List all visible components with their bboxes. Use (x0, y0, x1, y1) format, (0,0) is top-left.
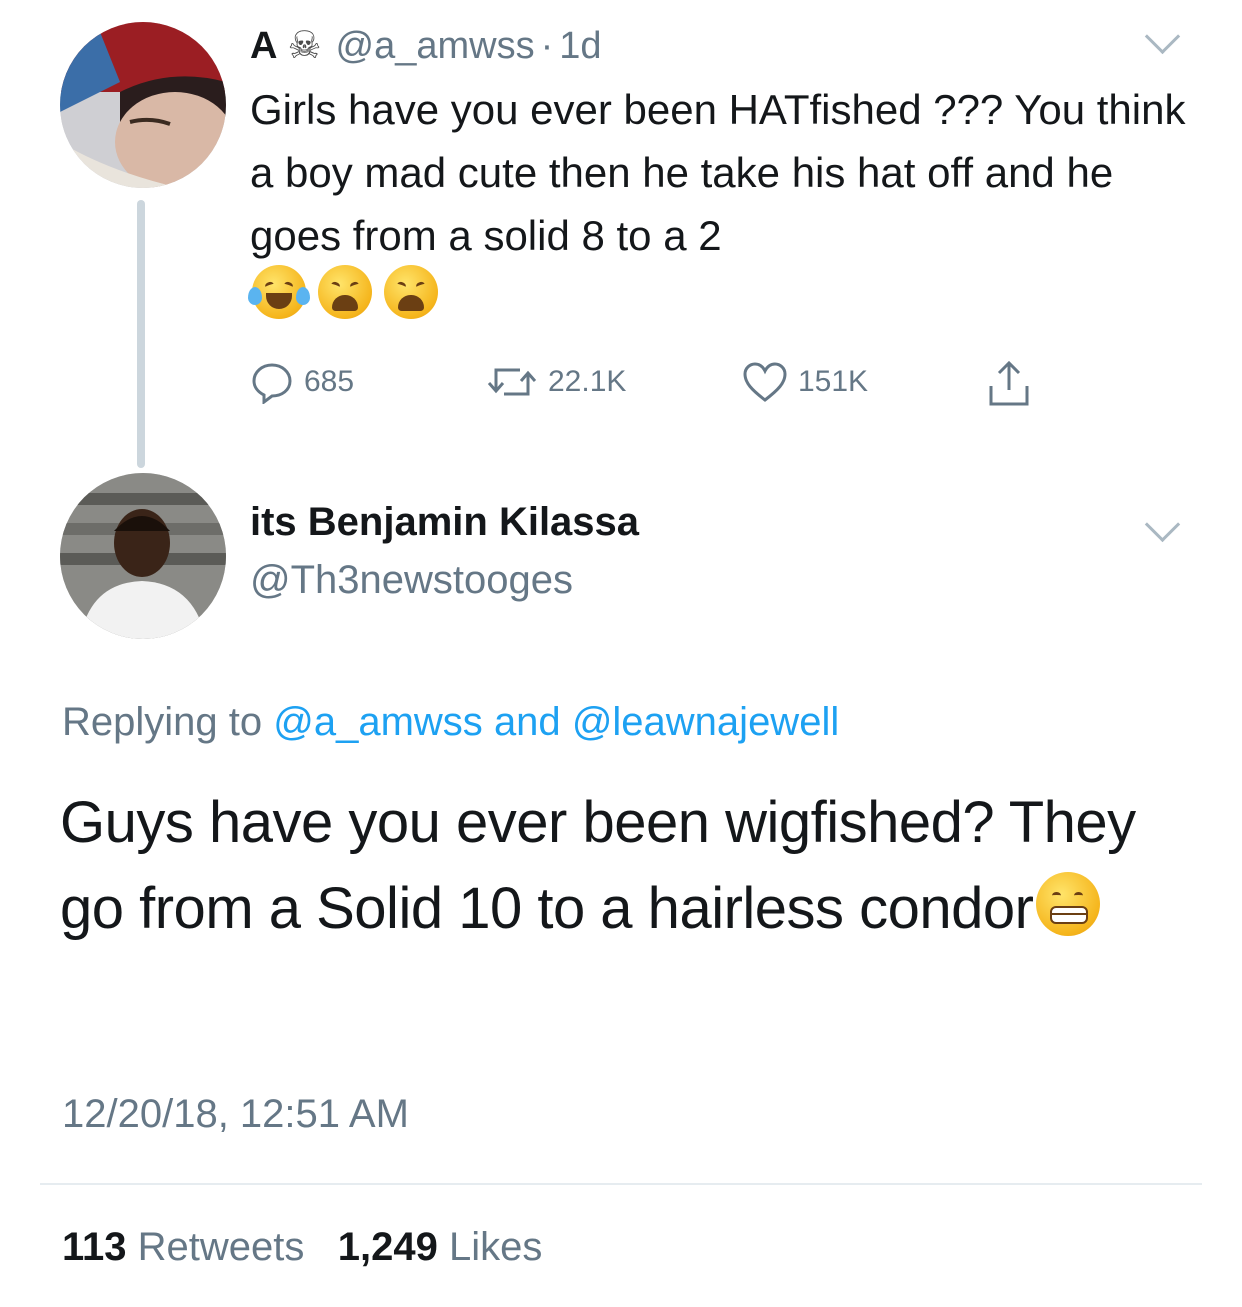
reply-button[interactable]: 685 (250, 360, 354, 404)
reply-count: 685 (304, 365, 355, 398)
replying-prefix: Replying to (62, 700, 263, 744)
mention-link[interactable]: @a_amwss (273, 700, 483, 744)
emoji-row (248, 265, 438, 319)
like-button[interactable]: 151K (742, 360, 868, 404)
retweets-stat[interactable]: 113 Retweets (62, 1225, 304, 1269)
tweet-age[interactable]: 1d (559, 25, 601, 68)
replying-to: Replying to @a_amwss and @leawnajewell (62, 700, 839, 745)
like-count: 151K (798, 365, 869, 398)
display-name[interactable]: its Benjamin Kilassa (250, 500, 639, 545)
reply-text: Guys have you ever been wigfished? They … (60, 790, 1136, 941)
heart-icon (743, 362, 787, 402)
reply-tweet-text: Guys have you ever been wigfished? They … (60, 780, 1180, 952)
weary-face-icon (318, 265, 372, 319)
replying-and[interactable]: and (494, 700, 561, 744)
likes-count: 1,249 (337, 1225, 438, 1269)
retweets-count: 113 (62, 1225, 127, 1269)
share-icon (989, 360, 1029, 406)
retweets-label: Retweets (137, 1225, 305, 1269)
tweet-stats: 113 Retweets 1,249 Likes (62, 1225, 542, 1270)
chevron-down-icon[interactable] (1144, 506, 1181, 543)
skull-crossbones-icon: ☠ (287, 25, 322, 67)
face-with-tears-of-joy-icon (248, 265, 310, 319)
user-handle[interactable]: @a_amwss (336, 25, 535, 68)
retweet-button[interactable]: 22.1K (486, 360, 626, 404)
retweet-icon (487, 368, 537, 396)
share-button[interactable] (986, 360, 1032, 408)
display-name[interactable]: A (250, 25, 277, 68)
grimacing-face-icon (1035, 872, 1100, 936)
likes-stat[interactable]: 1,249 Likes (338, 1225, 543, 1269)
chevron-down-icon[interactable] (1144, 18, 1181, 55)
avatar-photo (60, 22, 226, 188)
likes-label: Likes (448, 1225, 543, 1269)
thread-connector-line (137, 200, 145, 468)
separator-dot: · (540, 24, 554, 67)
avatar[interactable] (60, 22, 226, 188)
mention-link[interactable]: @leawnajewell (572, 700, 839, 744)
tweet-header: A ☠ @a_amwss · 1d (250, 18, 602, 74)
divider (40, 1183, 1202, 1185)
reply-icon (252, 363, 292, 404)
avatar[interactable] (60, 473, 226, 639)
retweet-count: 22.1K (548, 365, 627, 398)
tweet-timestamp: 12/20/18, 12:51 AM (62, 1092, 409, 1136)
tweet-text: Girls have you ever been HATfished ??? Y… (250, 86, 1186, 259)
avatar-photo (60, 473, 226, 639)
weary-face-icon (384, 265, 438, 319)
user-handle[interactable]: @Th3newstooges (250, 558, 573, 603)
